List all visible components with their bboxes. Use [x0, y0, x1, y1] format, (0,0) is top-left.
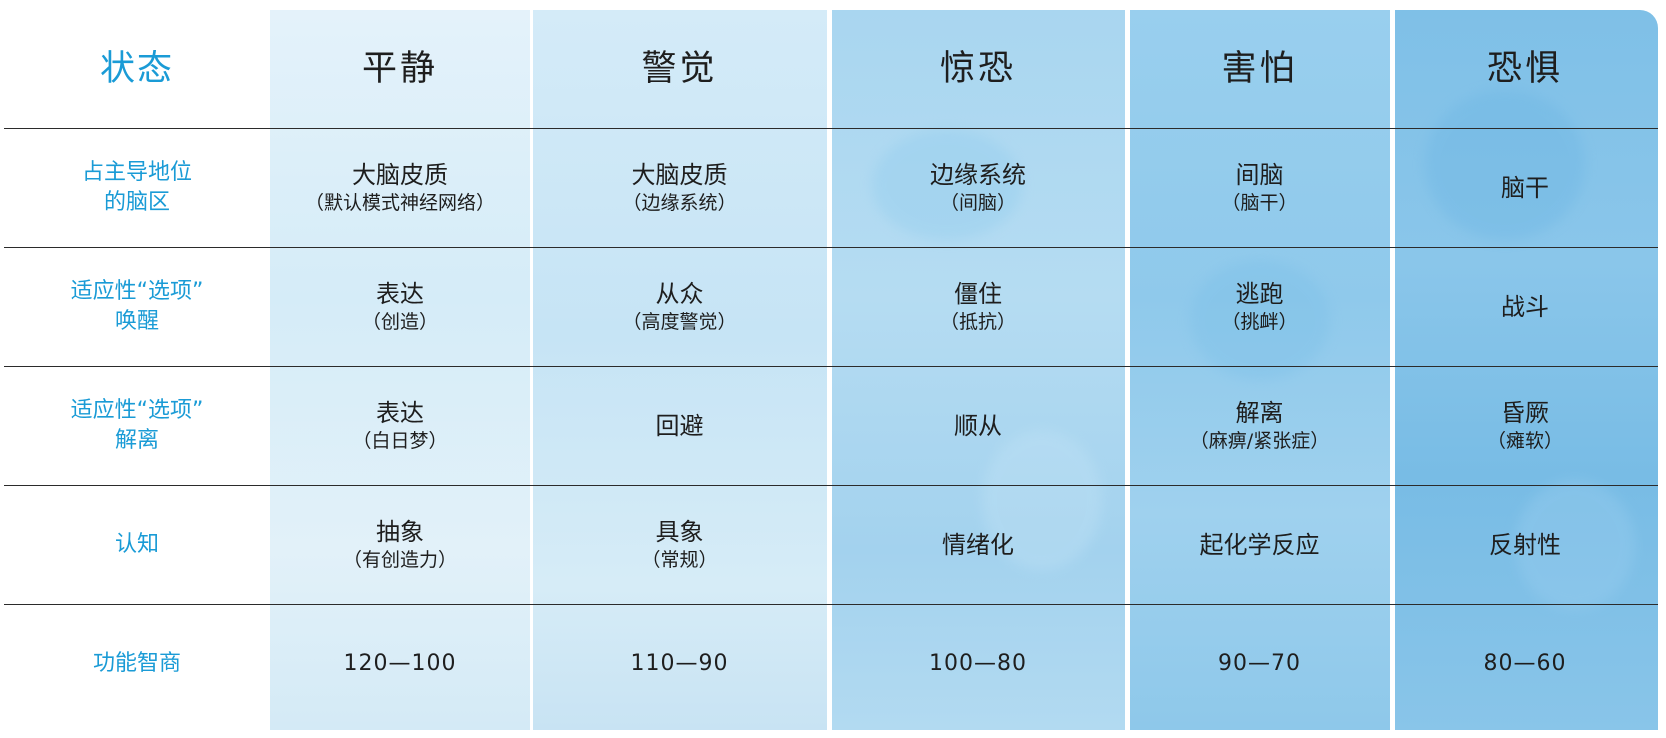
row-label: 占主导地位 的脑区 — [4, 127, 270, 247]
table-cell: 表达 （白日梦） — [270, 365, 530, 485]
table-cell: 僵住 （抵抗） — [829, 246, 1127, 366]
table-cell: 边缘系统 （间脑） — [829, 127, 1127, 247]
table-cell: 120—100 — [270, 603, 530, 723]
cell-main: 顺从 — [954, 411, 1002, 440]
cell-sub: （脑干） — [1221, 191, 1298, 214]
cell-sub: （创造） — [361, 310, 438, 333]
cell-main: 具象 — [655, 517, 704, 546]
cell-main: 战斗 — [1501, 292, 1549, 321]
table-cell: 100—80 — [829, 603, 1127, 723]
iq-range: 120—100 — [343, 651, 457, 677]
row-label-line: 占主导地位 — [81, 159, 192, 185]
row-label: 适应性“选项” 唤醒 — [4, 246, 270, 366]
cell-sub: （默认模式神经网络） — [304, 191, 495, 214]
header-row: 状态 平静 警觉 惊恐 害怕 恐惧 — [4, 4, 1658, 128]
row-label-line: 适应性“选项” — [70, 397, 204, 423]
row-label-line: 功能智商 — [92, 650, 181, 676]
iq-range: 80—60 — [1483, 651, 1567, 677]
table-row: 功能智商 120—100 110—90 100—80 90—70 80—60 — [4, 603, 1658, 723]
cell-sub: （有创造力） — [342, 548, 457, 571]
table-cell: 反射性 — [1392, 484, 1658, 604]
iq-range: 100—80 — [929, 651, 1027, 677]
cell-sub: （挑衅） — [1221, 310, 1298, 333]
table-cell: 90—70 — [1127, 603, 1392, 723]
cell-main: 表达 — [376, 279, 424, 308]
cell-main: 表达 — [376, 398, 424, 427]
cell-main: 脑干 — [1501, 173, 1549, 202]
cell-main: 逃跑 — [1235, 279, 1284, 308]
column-title-alarm: 惊恐 — [939, 49, 1016, 90]
cell-main: 大脑皮质 — [631, 160, 728, 189]
cell-main: 情绪化 — [942, 530, 1014, 559]
table-cell: 昏厥 （瘫软） — [1392, 365, 1658, 485]
table-cell: 表达 （创造） — [270, 246, 530, 366]
row-label-line: 的脑区 — [103, 189, 170, 215]
cell-main: 反射性 — [1489, 530, 1561, 559]
cell-sub: （高度警觉） — [622, 310, 737, 333]
table-cell: 具象 （常规） — [530, 484, 829, 604]
table-cell: 解离 （麻痹/紧张症） — [1127, 365, 1392, 485]
row-label-line: 认知 — [114, 531, 159, 557]
arousal-state-table: 状态 平静 警觉 惊恐 害怕 恐惧 占主导地位 的脑区 大脑皮质 （默认模式神经网… — [4, 4, 1658, 723]
table-cell: 80—60 — [1392, 603, 1658, 723]
column-title-calm: 平静 — [361, 49, 438, 90]
cell-main: 从众 — [655, 279, 704, 308]
column-title-terror: 恐惧 — [1486, 49, 1563, 90]
table-row: 适应性“选项” 解离 表达 （白日梦） 回避 顺从 解离 （麻痹/紧张症） 昏厥 （瘫… — [4, 365, 1658, 485]
cell-sub: （抵抗） — [939, 310, 1016, 333]
row-label: 功能智商 — [4, 603, 270, 723]
cell-main: 起化学反应 — [1199, 530, 1320, 559]
cell-sub: （常规） — [641, 548, 718, 571]
row-label: 适应性“选项” 解离 — [4, 365, 270, 485]
cell-main: 大脑皮质 — [352, 160, 448, 189]
cell-sub: （瘫软） — [1486, 429, 1563, 452]
column-title-alert: 警觉 — [641, 49, 718, 90]
table-cell: 顺从 — [829, 365, 1127, 485]
cell-main: 抽象 — [376, 517, 424, 546]
column-title-fear: 害怕 — [1221, 49, 1298, 90]
cell-main: 解离 — [1235, 398, 1284, 427]
table-cell: 起化学反应 — [1127, 484, 1392, 604]
row-label-line: 解离 — [114, 427, 159, 453]
cell-main: 回避 — [655, 411, 704, 440]
cell-sub: （白日梦） — [352, 429, 448, 452]
row-label: 认知 — [4, 484, 270, 604]
cell-main: 昏厥 — [1501, 398, 1549, 427]
table-cell: 战斗 — [1392, 246, 1658, 366]
cell-sub: （间脑） — [939, 191, 1016, 214]
row-label-line: 适应性“选项” — [70, 278, 204, 304]
cell-main: 边缘系统 — [930, 160, 1026, 189]
table-cell: 逃跑 （挑衅） — [1127, 246, 1392, 366]
table-cell: 回避 — [530, 365, 829, 485]
arousal-state-table-page: 状态 平静 警觉 惊恐 害怕 恐惧 占主导地位 的脑区 大脑皮质 （默认模式神经网… — [0, 0, 1666, 738]
cell-sub: （边缘系统） — [622, 191, 737, 214]
table-cell: 大脑皮质 （边缘系统） — [530, 127, 829, 247]
table-cell: 从众 （高度警觉） — [530, 246, 829, 366]
iq-range: 90—70 — [1218, 651, 1301, 677]
row-label-line: 唤醒 — [114, 308, 159, 334]
table-cell: 间脑 （脑干） — [1127, 127, 1392, 247]
table-row: 适应性“选项” 唤醒 表达 （创造） 从众 （高度警觉） 僵住 （抵抗） 逃跑 （挑衅）… — [4, 246, 1658, 366]
table-cell: 脑干 — [1392, 127, 1658, 247]
state-label: 状态 — [99, 49, 174, 90]
cell-main: 僵住 — [954, 279, 1002, 308]
table-row: 占主导地位 的脑区 大脑皮质 （默认模式神经网络） 大脑皮质 （边缘系统） 边缘系统… — [4, 127, 1658, 247]
table-cell: 抽象 （有创造力） — [270, 484, 530, 604]
table-cell: 110—90 — [530, 603, 829, 723]
table-cell: 情绪化 — [829, 484, 1127, 604]
iq-range: 110—90 — [630, 651, 729, 677]
table-row: 认知 抽象 （有创造力） 具象 （常规） 情绪化 起化学反应 反射性 — [4, 484, 1658, 604]
table-cell: 大脑皮质 （默认模式神经网络） — [270, 127, 530, 247]
cell-sub: （麻痹/紧张症） — [1189, 429, 1330, 452]
cell-main: 间脑 — [1235, 160, 1284, 189]
